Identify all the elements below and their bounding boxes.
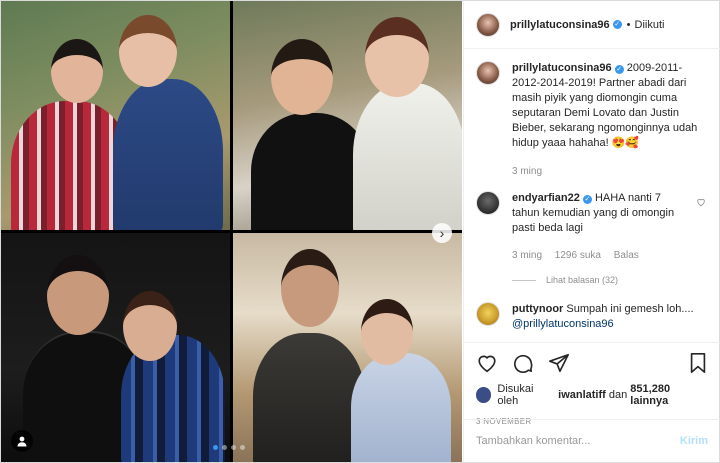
view-replies-button[interactable]: Lihat balasan (32) — [512, 273, 708, 288]
post-header: prillylatuconsina96 ✓ • Diikuti — [464, 1, 720, 49]
next-photo-button[interactable]: › — [432, 223, 452, 243]
header-username[interactable]: prillylatuconsina96 — [510, 19, 610, 31]
caption-username[interactable]: prillylatuconsina96 — [512, 62, 612, 74]
post-details-panel: prillylatuconsina96 ✓ • Diikuti prillyla… — [463, 1, 720, 462]
comments-list: prillylatuconsina96 ✓ 2009-2011-2012-2014… — [464, 61, 720, 341]
header-separator: • — [626, 18, 631, 31]
comment-time[interactable]: 3 ming — [512, 250, 542, 261]
tag-user-icon[interactable] — [11, 430, 33, 452]
likes-count-link[interactable]: 851,280 lainnya — [630, 383, 708, 407]
comment-username[interactable]: endyarfian22 — [512, 192, 580, 204]
comment-likes[interactable]: 1296 suka — [555, 250, 601, 261]
caption: prillylatuconsina96 ✓ 2009-2011-2012-2014… — [476, 61, 708, 179]
photo-2011 — [233, 1, 462, 230]
photo-2014 — [1, 233, 230, 462]
carousel-dot — [231, 445, 236, 450]
comment-username[interactable]: puttynoor — [512, 303, 563, 315]
carousel-indicator — [213, 445, 245, 450]
follow-status-button[interactable]: Diikuti — [635, 19, 665, 31]
likes-summary: Disukai oleh iwanlatiff dan 851,280 lain… — [476, 383, 708, 407]
avatar[interactable] — [476, 302, 500, 326]
comment-item: endyarfian22 ✓ HAHA nanti 7 tahun kemudia… — [476, 191, 708, 288]
post-actions: Disukai oleh iwanlatiff dan 851,280 lain… — [464, 342, 720, 426]
comment-input[interactable] — [476, 435, 680, 447]
post-media[interactable]: › — [1, 1, 462, 462]
caption-text: 2009-2011-2012-2014-2019! Partner abadi … — [512, 62, 698, 149]
heart-icon[interactable] — [476, 352, 498, 374]
reply-button[interactable]: Balas — [614, 250, 639, 261]
avatar[interactable] — [476, 12, 500, 37]
likes-prefix: Disukai oleh — [497, 383, 534, 407]
bookmark-icon[interactable] — [688, 352, 708, 374]
like-comment-heart-icon[interactable] — [696, 197, 706, 207]
verified-icon: ✓ — [612, 20, 622, 29]
avatar[interactable] — [476, 191, 500, 215]
comment-mention-link[interactable]: @prillylatuconsina96 — [512, 318, 614, 330]
carousel-dot — [222, 445, 227, 450]
photo-2009 — [1, 1, 230, 230]
post-comment-button[interactable]: Kirim — [680, 435, 708, 447]
avatar[interactable] — [476, 387, 492, 403]
caption-time[interactable]: 3 ming — [512, 166, 542, 177]
verified-icon: ✓ — [614, 65, 624, 74]
carousel-dot — [240, 445, 245, 450]
likes-user-link[interactable]: iwanlatiff — [558, 389, 606, 401]
comment-item: puttynoor Sumpah ini gemesh loh.... @pri… — [476, 302, 708, 332]
likes-middle: dan — [608, 389, 628, 401]
carousel-dot — [213, 445, 218, 450]
photo-2019 — [233, 233, 462, 462]
verified-icon: ✓ — [582, 195, 592, 204]
comment-text: Sumpah ini gemesh loh.... — [566, 303, 694, 315]
share-icon[interactable] — [548, 352, 570, 374]
add-comment-bar: Kirim — [464, 419, 720, 462]
avatar[interactable] — [476, 61, 500, 85]
view-replies-label[interactable]: Lihat balasan (32) — [546, 273, 618, 288]
comment-icon[interactable] — [512, 352, 534, 374]
